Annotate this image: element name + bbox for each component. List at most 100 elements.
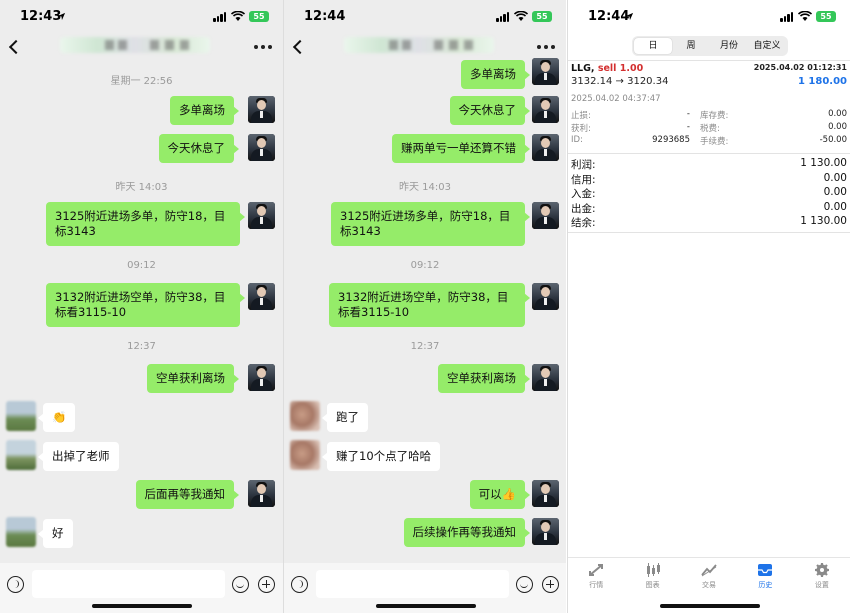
timestamp: 09:12 [410,260,440,271]
summary-deposit: 入金: 0.00 [571,186,847,200]
message-bubble: 👏 [37,403,76,432]
voice-icon[interactable] [7,576,24,593]
message-out[interactable]: 后面再等我通知 [135,480,239,509]
message-out[interactable]: 今天休息了 [449,96,530,125]
status-bar: 12:44 55 [568,0,850,34]
message-in[interactable]: 好 [38,519,73,548]
period-segmented-control: 日 周 月份 自定义 [632,36,788,56]
status-bar: 12:43 55 [0,0,283,34]
sl-value: - [686,109,690,119]
summary-withdrawal: 出金: 0.00 [571,201,847,215]
battery-icon: 55 [816,11,836,22]
quotes-icon [589,564,604,576]
message-in[interactable]: 赚了10个点了哈哈 [321,442,441,471]
detail-row: 止损: - 库存费: 0.00 [571,109,847,121]
wifi-icon [231,11,245,21]
more-options-icon[interactable] [537,45,555,49]
tab-settings[interactable]: 1 设置 [794,558,850,593]
wifi-icon [798,11,812,21]
message-list[interactable]: 多单离场 今天休息了 赚两单亏一单还算不错 昨天 14:03 3125附近进场多… [284,58,566,563]
swap-label: 库存费: [700,111,729,121]
avatar[interactable] [532,202,559,229]
avatar[interactable] [248,364,275,391]
message-out[interactable]: 3132附近进场空单，防守38，目标看3115-10 [46,283,245,327]
emoji-icon[interactable] [232,576,249,593]
cellular-signal-icon [780,12,794,22]
chat-navbar [284,30,566,62]
status-time: 12:44 [588,9,630,24]
message-in[interactable]: 出掉了老师 [38,442,119,471]
avatar[interactable] [532,96,559,123]
avatar[interactable] [290,401,320,431]
message-out[interactable]: 3125附近进场多单，防守18，目标3143 [46,202,245,246]
history-icon [758,564,773,576]
avatar[interactable] [248,96,275,123]
message-list[interactable]: 星期一 22:56 多单离场 今天休息了 昨天 14:03 3125附近进场多单… [0,62,283,563]
message-in[interactable]: 跑了 [322,403,368,432]
emoji-icon[interactable] [516,576,533,593]
avatar[interactable] [532,480,559,507]
avatar[interactable] [6,517,36,547]
tab-trade[interactable]: 交易 [681,558,737,593]
message-bubble: 3132附近进场空单，防守38，目标看3115-10 [46,283,245,327]
timestamp: 昨天 14:03 [115,182,168,193]
detail-row: ID: 9293685 手续费: -50.00 [571,135,847,147]
avatar[interactable] [532,518,559,545]
trade-datetime: 2025.04.02 01:12:31 [753,63,847,72]
avatar[interactable] [248,480,275,507]
tab-quotes[interactable]: 行情 [568,558,624,593]
message-in[interactable]: 👏 [37,403,76,432]
message-bubble: 可以👍 [469,480,531,509]
trade-prices: 3132.14 → 3120.34 [571,76,669,87]
avatar[interactable] [6,401,36,431]
message-out[interactable]: 多单离场 [170,96,239,125]
summary-balance: 结余: 1 130.00 [571,215,847,229]
home-indicator [376,604,476,608]
chat-title-obscured [344,37,494,53]
message-input[interactable] [316,570,509,598]
segment-month[interactable]: 月份 [710,38,748,54]
trade-profit: 1 180.00 [797,76,847,87]
avatar[interactable] [248,134,275,161]
message-input[interactable] [32,570,225,598]
avatar[interactable] [248,283,275,310]
avatar[interactable] [6,440,36,470]
timestamp: 12:37 [127,341,156,352]
message-bubble: 3125附近进场多单，防守18，目标3143 [331,202,530,246]
message-out[interactable]: 后续操作再等我通知 [403,518,530,547]
message-out[interactable]: 3132附近进场空单，防守38，目标看3115-10 [329,283,530,327]
plus-icon[interactable] [258,576,275,593]
message-bubble: 出掉了老师 [38,442,119,471]
message-out[interactable]: 今天休息了 [158,134,239,163]
message-out[interactable]: 空单获利离场 [147,364,239,393]
tab-chart[interactable]: 图表 [624,558,680,593]
status-time: 12:44 [304,9,346,24]
more-options-icon[interactable] [254,45,272,49]
plus-icon[interactable] [542,576,559,593]
message-bubble: 赚了10个点了哈哈 [321,442,441,471]
message-out[interactable]: 空单获利离场 [438,364,530,393]
message-out[interactable]: 可以👍 [469,480,531,509]
segment-custom[interactable]: 自定义 [748,38,786,54]
trade-row[interactable]: LLG, sell 1.00 2025.04.02 01:12:31 [571,63,847,74]
avatar[interactable] [532,134,559,161]
avatar[interactable] [248,202,275,229]
avatar[interactable] [532,58,559,85]
voice-icon[interactable] [291,576,308,593]
segment-day[interactable]: 日 [634,38,672,54]
segment-week[interactable]: 周 [672,38,710,54]
cellular-signal-icon [496,12,510,22]
message-out[interactable]: 赚两单亏一单还算不错 [392,134,530,163]
back-icon[interactable] [295,38,305,52]
message-bubble: 空单获利离场 [147,364,239,393]
message-out[interactable]: 多单离场 [461,60,530,89]
back-icon[interactable] [11,38,21,52]
avatar[interactable] [290,440,320,470]
chat-screen-left: 12:43 55 星期一 22:56 多单离场 今天休息了 昨天 14:03 3… [0,0,283,613]
summary-profit: 利润: 1 130.00 [571,157,847,171]
message-out[interactable]: 3125附近进场多单，防守18，目标3143 [331,202,530,246]
avatar[interactable] [532,283,559,310]
avatar[interactable] [532,364,559,391]
timestamp: 09:12 [127,260,156,271]
tab-history[interactable]: 历史 [737,558,793,593]
